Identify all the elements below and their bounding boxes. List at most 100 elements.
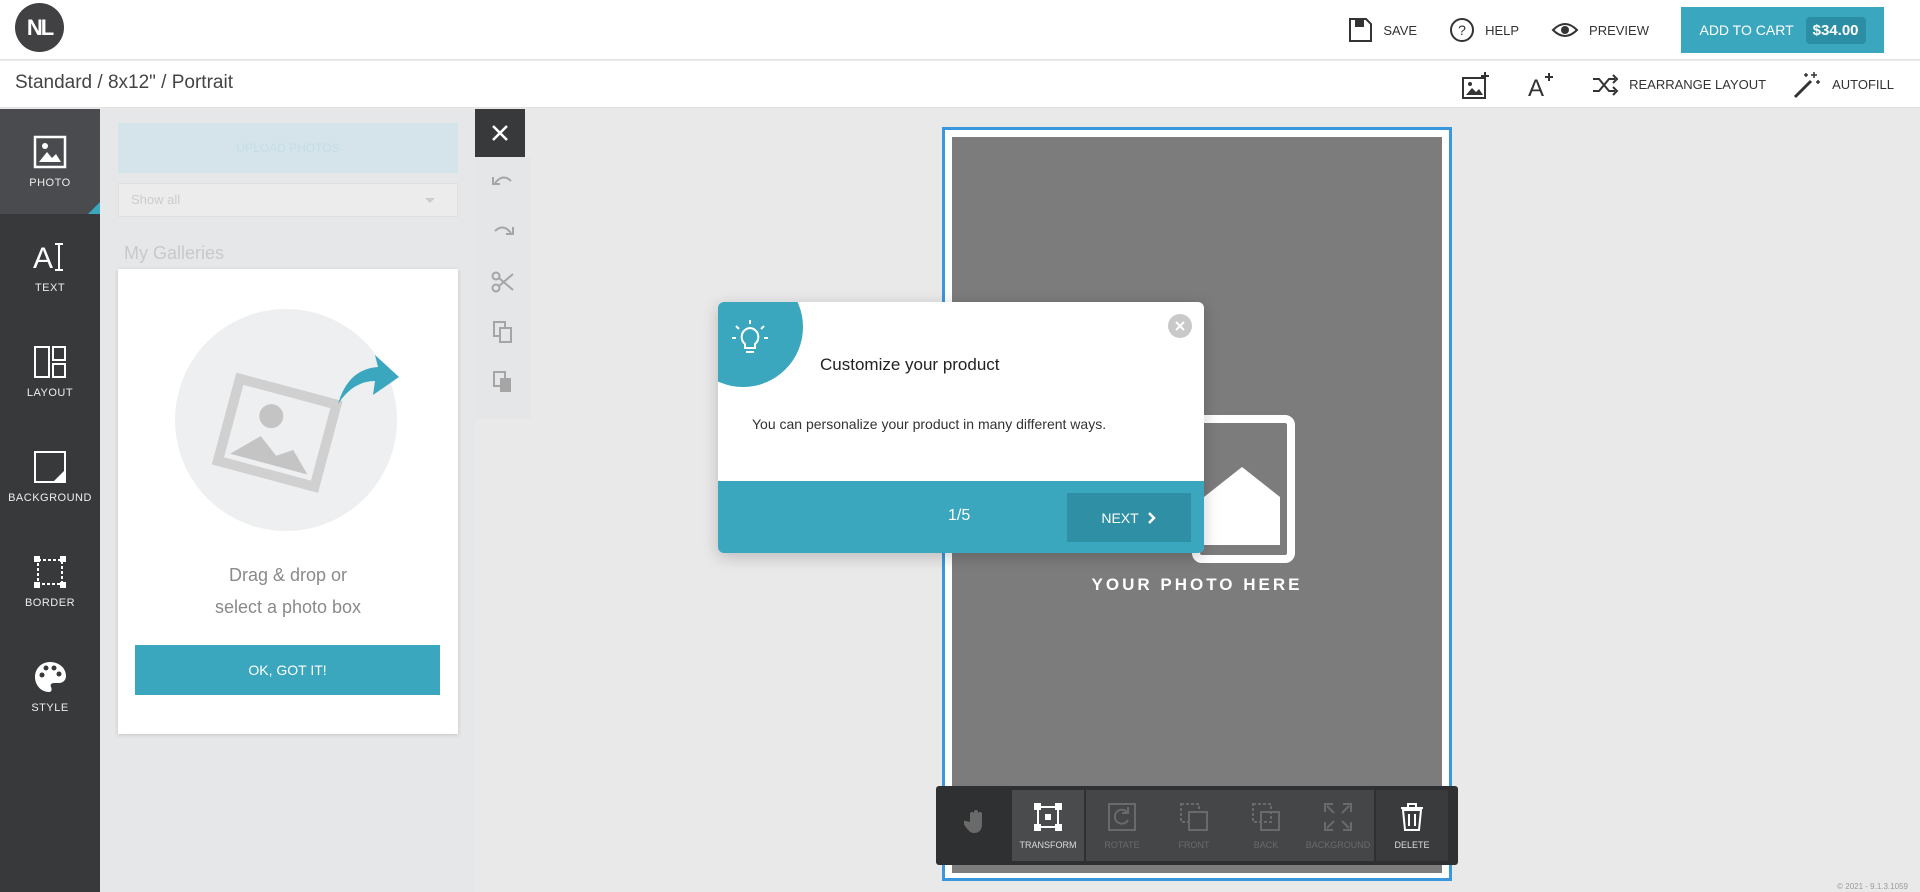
- eye-icon: [1551, 23, 1579, 37]
- drag-hint: Drag & drop or select a photo box: [118, 559, 458, 623]
- photo-placeholder-label: YOUR PHOTO HERE: [1091, 575, 1303, 594]
- shuffle-icon: [1593, 73, 1619, 96]
- redo-icon: [494, 226, 514, 235]
- sidebar-item-layout[interactable]: LAYOUT: [0, 319, 100, 424]
- save-icon: [1349, 18, 1373, 42]
- text-icon: A: [33, 242, 63, 274]
- dialog-body: You can personalize your product in many…: [752, 416, 1107, 432]
- element-toolbar: TRANSFORM ROTATE FRONT BACK BACKGROUND D…: [936, 786, 1458, 865]
- logo[interactable]: NL: [15, 3, 64, 52]
- close-panel-button[interactable]: [475, 109, 525, 157]
- svg-text:A: A: [1528, 75, 1544, 100]
- fit-background-button[interactable]: BACKGROUND: [1302, 790, 1374, 861]
- redo-button[interactable]: [475, 207, 531, 257]
- rotate-icon: [1108, 802, 1136, 831]
- delete-label: DELETE: [1394, 839, 1430, 850]
- top-actions: SAVE ? HELP PREVIEW ADD TO CART $34.00: [1347, 0, 1920, 60]
- copy-button[interactable]: [475, 307, 531, 357]
- help-label: HELP: [1485, 22, 1520, 38]
- save-button[interactable]: SAVE: [1347, 17, 1417, 43]
- help-button[interactable]: ? HELP: [1449, 17, 1519, 43]
- sidebar-item-label: BORDER: [24, 596, 76, 609]
- background-icon: [34, 450, 66, 483]
- sidebar-item-style[interactable]: STYLE: [0, 634, 100, 739]
- breadcrumb: Standard / 8x12" / Portrait: [15, 72, 233, 93]
- tutorial-dialog: Customize your product You can personali…: [718, 302, 1204, 553]
- drag-photo-icon: [211, 355, 399, 493]
- rearrange-label: REARRANGE LAYOUT: [1629, 77, 1767, 92]
- transform-label: TRANSFORM: [1019, 839, 1077, 850]
- drag-hint-line2: select a photo box: [214, 597, 362, 617]
- transform-icon: [1034, 802, 1062, 831]
- drag-hint-line1: Drag & drop or: [228, 565, 348, 585]
- ok-got-it-button[interactable]: OK, GOT IT!: [135, 645, 440, 695]
- paste-button[interactable]: [475, 357, 531, 407]
- dialog-title: Customize your product: [820, 355, 1000, 374]
- sidebar-item-text[interactable]: A TEXT: [0, 214, 100, 319]
- add-photo-box-button[interactable]: [1461, 70, 1501, 100]
- photo-icon: [33, 135, 67, 168]
- pan-button[interactable]: [940, 790, 1012, 861]
- next-button[interactable]: NEXT: [1067, 493, 1191, 542]
- galleries-title: My Galleries: [124, 243, 225, 263]
- delete-button[interactable]: DELETE: [1376, 790, 1448, 861]
- cart-price: $34.00: [1805, 16, 1866, 44]
- cut-button[interactable]: [475, 257, 531, 307]
- trash-icon: [1401, 802, 1423, 831]
- top-bar: NL SAVE ? HELP PREVIEW ADD TO CART $34.0…: [0, 0, 1920, 60]
- sidebar-item-label: PHOTO: [29, 176, 71, 189]
- transform-button[interactable]: TRANSFORM: [1012, 790, 1084, 861]
- next-label: NEXT: [1101, 509, 1139, 526]
- disabled-tool-group: ROTATE FRONT BACK BACKGROUND: [1086, 790, 1374, 861]
- sidebar-item-background[interactable]: BACKGROUND: [0, 424, 100, 529]
- palette-icon: [35, 661, 66, 692]
- tool-sidebar: PHOTO A TEXT LAYOUT BACKGROUND BORDER ST…: [0, 109, 100, 892]
- send-back-icon: [1252, 802, 1280, 831]
- dialog-footer: 1/5 NEXT: [718, 481, 1204, 553]
- bring-front-icon: [1180, 802, 1208, 831]
- sub-actions: A REARRANGE LAYOUT AUTOFILL: [1461, 61, 1920, 108]
- save-label: SAVE: [1383, 22, 1418, 38]
- bring-front-button[interactable]: FRONT: [1158, 790, 1230, 861]
- add-to-cart-button[interactable]: ADD TO CART $34.00: [1681, 7, 1884, 53]
- front-label: FRONT: [1178, 839, 1210, 850]
- sidebar-item-label: BACKGROUND: [8, 491, 92, 504]
- magic-wand-icon: [1794, 71, 1821, 98]
- cart-label: ADD TO CART: [1699, 22, 1794, 38]
- sub-bar: Standard / 8x12" / Portrait A REARRANGE …: [0, 61, 1920, 108]
- scissors-icon: [491, 271, 514, 293]
- photo-panel: UPLOAD PHOTOS Show all My Galleries Drag…: [100, 109, 475, 892]
- sidebar-item-photo[interactable]: PHOTO: [0, 109, 100, 214]
- add-image-icon: [1462, 71, 1490, 99]
- version-label: © 2021 - 9.1.3.1059: [1837, 882, 1908, 891]
- hand-icon: [964, 809, 982, 833]
- lightbulb-icon: [732, 320, 768, 353]
- close-icon: [492, 125, 508, 141]
- chevron-down-icon: [425, 198, 435, 203]
- sidebar-item-label: STYLE: [31, 701, 69, 714]
- undo-button[interactable]: [475, 157, 531, 207]
- sidebar-item-border[interactable]: BORDER: [0, 529, 100, 634]
- svg-text:?: ?: [1458, 22, 1466, 38]
- edit-toolbar: [475, 157, 531, 419]
- undo-icon: [492, 176, 512, 185]
- autofill-button[interactable]: AUTOFILL: [1792, 70, 1894, 100]
- layout-icon: [34, 345, 66, 378]
- paste-icon: [493, 371, 511, 392]
- rotate-label: ROTATE: [1104, 839, 1140, 850]
- step-counter: 1/5: [948, 507, 971, 524]
- dialog-close-button[interactable]: [1168, 314, 1192, 338]
- rearrange-layout-button[interactable]: REARRANGE LAYOUT: [1591, 73, 1766, 97]
- send-back-button[interactable]: BACK: [1230, 790, 1302, 861]
- upload-photos-button[interactable]: UPLOAD PHOTOS: [118, 123, 458, 173]
- add-text-button[interactable]: A: [1527, 70, 1565, 100]
- expand-icon: [1324, 802, 1352, 831]
- gallery-filter-select[interactable]: Show all: [118, 183, 458, 217]
- border-icon: [34, 555, 66, 588]
- copy-icon: [493, 321, 512, 343]
- sidebar-item-label: LAYOUT: [26, 386, 74, 399]
- rotate-button[interactable]: ROTATE: [1086, 790, 1158, 861]
- close-icon: [1175, 321, 1185, 331]
- preview-button[interactable]: PREVIEW: [1551, 20, 1649, 40]
- chevron-right-icon: [1147, 511, 1156, 524]
